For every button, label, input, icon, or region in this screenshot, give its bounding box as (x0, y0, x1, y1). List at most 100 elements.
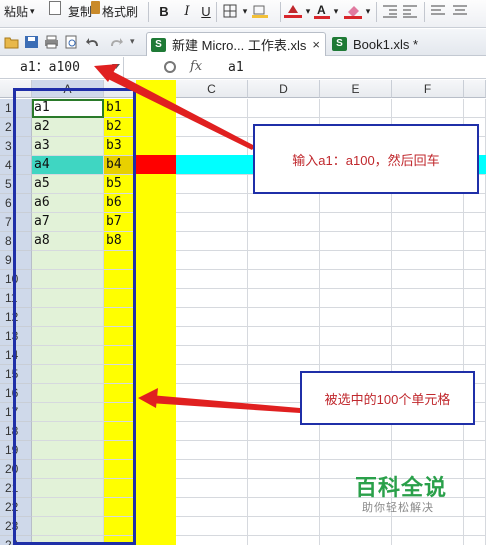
indent-button[interactable] (382, 0, 398, 22)
cell-b23[interactable] (104, 517, 176, 536)
cell-c5[interactable] (176, 175, 248, 194)
cell-a1[interactable]: a1 (32, 99, 104, 118)
cell-a15[interactable] (32, 365, 104, 384)
tab-workbook-new[interactable]: S 新建 Micro... 工作表.xls × (146, 32, 326, 56)
row-header[interactable]: 4 (0, 156, 32, 175)
row-header[interactable]: 24 (0, 536, 32, 545)
cell-b1[interactable]: b1 (104, 99, 176, 118)
outdent-button[interactable] (402, 0, 418, 22)
cell-e13[interactable] (320, 327, 392, 346)
cell-d20[interactable] (248, 460, 320, 479)
column-header-overflow[interactable] (464, 80, 486, 98)
cell-a11[interactable] (32, 289, 104, 308)
cell-f8[interactable] (392, 232, 464, 251)
cell-d22[interactable] (248, 498, 320, 517)
cell-e6[interactable] (320, 194, 392, 213)
cell-e23[interactable] (320, 517, 392, 536)
cell-c20[interactable] (176, 460, 248, 479)
toolbar-dropdown-icon[interactable]: ▾ (130, 36, 135, 47)
cell-b10[interactable] (104, 270, 176, 289)
cell-a19[interactable] (32, 441, 104, 460)
row-header[interactable]: 22 (0, 498, 32, 517)
cell-b14[interactable] (104, 346, 176, 365)
cell-b6[interactable]: b6 (104, 194, 176, 213)
cell-a17[interactable] (32, 403, 104, 422)
row-header[interactable]: 6 (0, 194, 32, 213)
cell-a8[interactable]: a8 (32, 232, 104, 251)
row-header[interactable]: 13 (0, 327, 32, 346)
cell-a10[interactable] (32, 270, 104, 289)
cell-g9[interactable] (464, 251, 486, 270)
font-color-button[interactable] (284, 0, 302, 22)
borders-button[interactable] (222, 0, 238, 22)
row-header[interactable]: 17 (0, 403, 32, 422)
cell-a6[interactable]: a6 (32, 194, 104, 213)
column-header-f[interactable]: F (392, 80, 464, 98)
tab-book1[interactable]: S Book1.xls * (328, 32, 448, 56)
cell-c15[interactable] (176, 365, 248, 384)
cell-d10[interactable] (248, 270, 320, 289)
cell-a9[interactable] (32, 251, 104, 270)
cell-a22[interactable] (32, 498, 104, 517)
cell-c24[interactable] (176, 536, 248, 545)
cell-b5[interactable]: b5 (104, 175, 176, 194)
cell-b12[interactable] (104, 308, 176, 327)
font-color-dropdown[interactable]: ▾ (332, 0, 340, 22)
cell-d23[interactable] (248, 517, 320, 536)
row-header[interactable]: 8 (0, 232, 32, 251)
cell-a4[interactable]: a4 (32, 156, 104, 175)
cell-d9[interactable] (248, 251, 320, 270)
cell-b17[interactable] (104, 403, 176, 422)
highlight-dropdown[interactable]: ▾ (304, 0, 312, 22)
row-header[interactable]: 23 (0, 517, 32, 536)
cell-d24[interactable] (248, 536, 320, 545)
row-header[interactable]: 2 (0, 118, 32, 137)
cell-c6[interactable] (176, 194, 248, 213)
cell-g24[interactable] (464, 536, 486, 545)
cell-a12[interactable] (32, 308, 104, 327)
cell-b8[interactable]: b8 (104, 232, 176, 251)
name-box-dropdown-icon[interactable] (112, 64, 120, 69)
cell-g19[interactable] (464, 441, 486, 460)
cell-f1[interactable] (392, 99, 464, 118)
cell-c19[interactable] (176, 441, 248, 460)
row-header[interactable]: 18 (0, 422, 32, 441)
function-icon[interactable]: fx (190, 59, 202, 74)
cell-c9[interactable] (176, 251, 248, 270)
borders-dropdown[interactable]: ▾ (240, 0, 250, 22)
cell-b4[interactable]: b4 (104, 156, 176, 175)
cell-b9[interactable] (104, 251, 176, 270)
row-header[interactable]: 19 (0, 441, 32, 460)
cell-c14[interactable] (176, 346, 248, 365)
row-header[interactable]: 9 (0, 251, 32, 270)
column-header-b[interactable]: B (104, 80, 176, 98)
clear-format-dropdown[interactable]: ▾ (364, 0, 372, 22)
cell-c18[interactable] (176, 422, 248, 441)
row-header[interactable]: 12 (0, 308, 32, 327)
cell-b2[interactable]: b2 (104, 118, 176, 137)
cell-a2[interactable]: a2 (32, 118, 104, 137)
cell-g1[interactable] (464, 99, 486, 118)
zoom-icon[interactable] (164, 61, 176, 73)
column-header-e[interactable]: E (320, 80, 392, 98)
redo-icon[interactable] (108, 35, 123, 49)
paste-button[interactable]: 粘贴 ▾ (4, 0, 35, 22)
cell-b13[interactable] (104, 327, 176, 346)
open-folder-icon[interactable] (4, 35, 19, 49)
clear-format-button[interactable] (344, 0, 362, 22)
row-header[interactable]: 5 (0, 175, 32, 194)
cell-a18[interactable] (32, 422, 104, 441)
cell-b24[interactable] (104, 536, 176, 545)
cell-c3[interactable] (176, 137, 248, 156)
cell-d19[interactable] (248, 441, 320, 460)
cell-b22[interactable] (104, 498, 176, 517)
row-header[interactable]: 20 (0, 460, 32, 479)
cell-g22[interactable] (464, 498, 486, 517)
cell-b21[interactable] (104, 479, 176, 498)
column-header-d[interactable]: D (248, 80, 320, 98)
undo-icon[interactable] (86, 35, 101, 49)
cell-c22[interactable] (176, 498, 248, 517)
cell-a16[interactable] (32, 384, 104, 403)
cell-a7[interactable]: a7 (32, 213, 104, 232)
cell-f12[interactable] (392, 308, 464, 327)
